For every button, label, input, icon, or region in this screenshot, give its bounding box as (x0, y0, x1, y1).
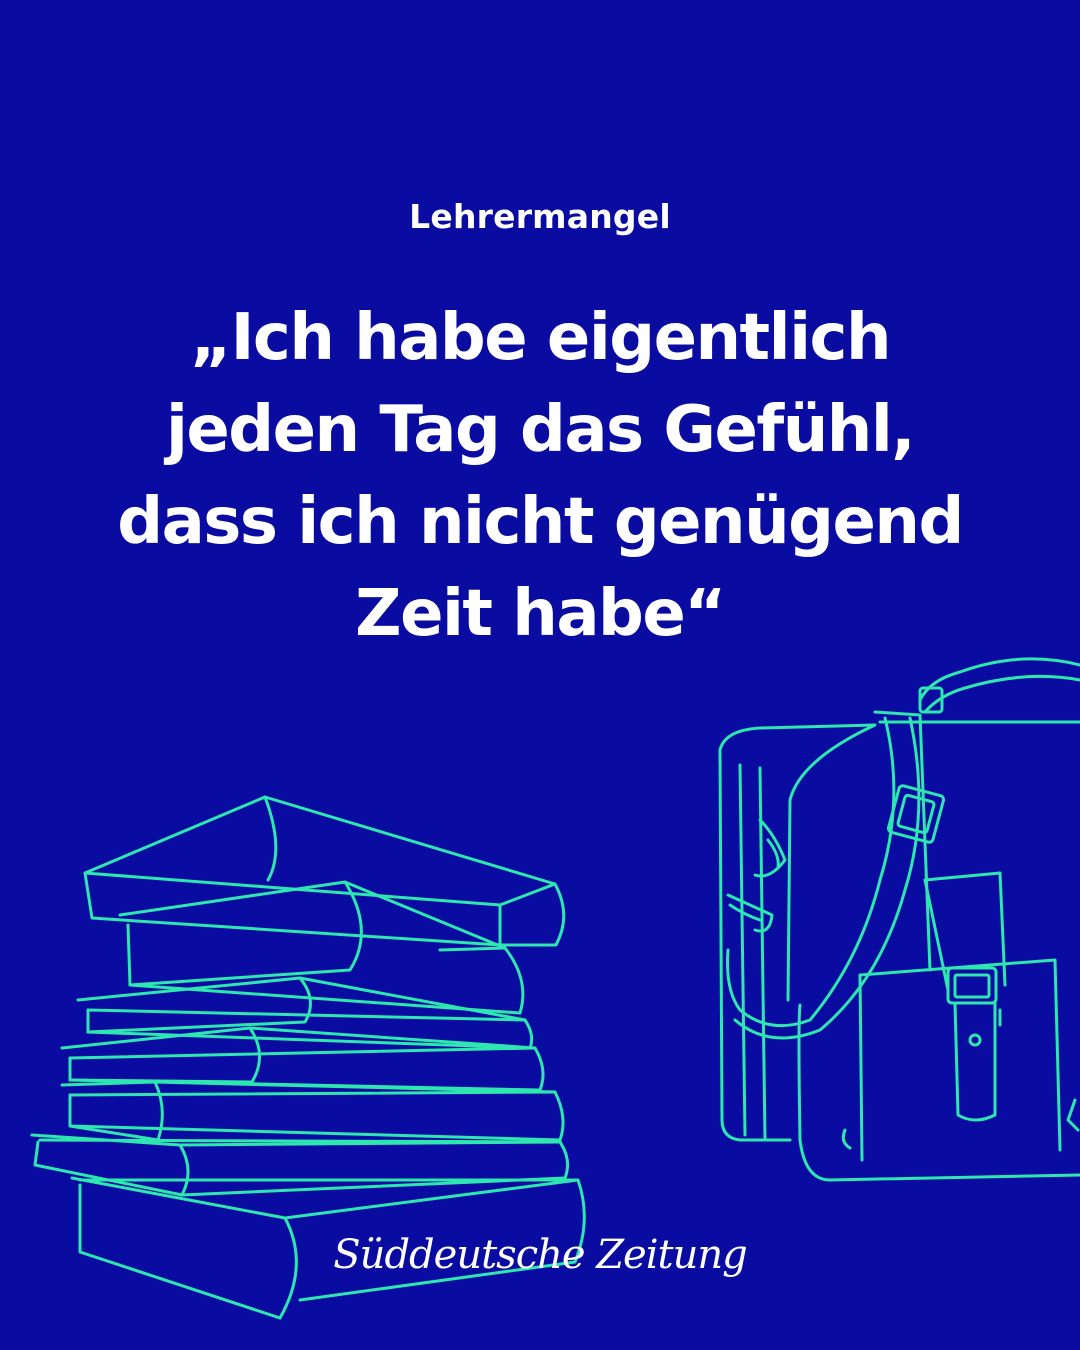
book-icon (76, 976, 534, 1050)
book-icon (83, 795, 566, 947)
book-icon (60, 1080, 565, 1142)
school-bag-illustration (718, 657, 1080, 1182)
illustration (30, 657, 1080, 1320)
brand-logo: Süddeutsche Zeitung (333, 1232, 747, 1278)
book-icon (60, 1026, 545, 1092)
social-post-card: Lehrermangel „Ich habe eigentlich jeden … (0, 0, 1080, 1350)
